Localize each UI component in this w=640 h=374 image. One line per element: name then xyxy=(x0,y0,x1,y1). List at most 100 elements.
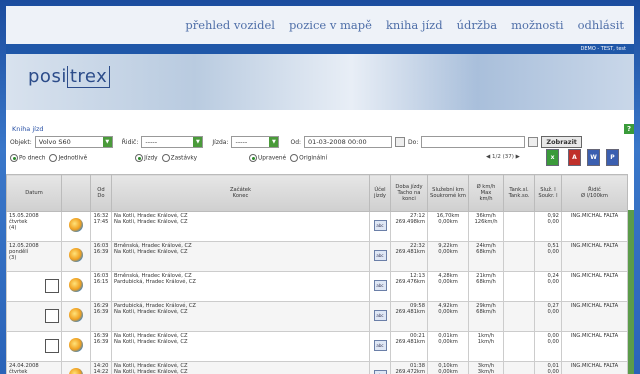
cell-tank xyxy=(503,241,535,272)
nav-pozice-v-mape[interactable]: pozice v mapě xyxy=(289,18,372,32)
edit-purpose-icon[interactable]: abc xyxy=(373,280,387,291)
cell-icons xyxy=(61,211,91,242)
cell-km: 16,70km 0,00km xyxy=(427,211,469,242)
cell-zacatek-konec: Pardubická, Hradec Králové, CZ Na Kotli, … xyxy=(111,301,370,332)
globe-map-icon[interactable] xyxy=(69,338,83,352)
edit-purpose-icon[interactable]: abc xyxy=(373,310,387,321)
cell-ucel: abc xyxy=(369,331,391,362)
download-icon[interactable] xyxy=(45,309,59,323)
cell-ucel: abc xyxy=(369,361,391,374)
nav-moznosti[interactable]: možnosti xyxy=(511,18,563,32)
col-doba: Doba jízdy Tacho na konci xyxy=(390,174,428,212)
cell-datum xyxy=(6,301,62,332)
table-row[interactable]: 12.05.2008 pondělí (3) 16:03 16:39 Brněnská… xyxy=(6,241,628,272)
cell-doba: 27:12 269.498km xyxy=(390,211,428,242)
cell-km: 9,22km 0,00km xyxy=(427,241,469,272)
cell-ridic: ING.MICHAL FALTA xyxy=(561,271,628,302)
table-row[interactable]: 16:29 16:39 Pardubická, Hradec Králové, C… xyxy=(6,301,628,332)
do-input[interactable] xyxy=(421,136,526,148)
globe-map-icon[interactable] xyxy=(69,308,83,322)
col-km: Služební km Soukromé km xyxy=(427,174,469,212)
export-pdf-icon[interactable]: A xyxy=(568,149,581,166)
globe-map-icon[interactable] xyxy=(69,278,83,292)
cell-od-do: 16:03 16:15 xyxy=(90,271,112,302)
table-row[interactable]: 16:39 16:39 Na Kotli, Hradec Králové, CZ N… xyxy=(6,331,628,362)
export-word-icon[interactable]: W xyxy=(587,149,600,166)
cell-od-do: 16:29 16:39 xyxy=(90,301,112,332)
upravene-radio[interactable]: Upravené xyxy=(249,154,286,162)
table-row[interactable]: 24.04.2008 čtvrtek 14:20 14:22 Na Kotli, H… xyxy=(6,361,628,374)
jizdy-radio[interactable]: Jízdy xyxy=(135,154,158,162)
cell-zacatek-konec: Na Kotli, Hradec Králové, CZ Na Kotli, Hr… xyxy=(111,331,370,362)
objekt-select[interactable]: Volvo S60 ▼ xyxy=(34,136,113,148)
banner: posi trex xyxy=(6,54,634,110)
page: přehled vozidel pozice v mapě kniha jízd… xyxy=(6,6,634,374)
jizda-select[interactable]: ----- ▼ xyxy=(231,136,280,148)
download-icon[interactable] xyxy=(45,339,59,353)
zobrazit-button[interactable]: Zobrazit xyxy=(541,136,582,148)
originalni-radio[interactable]: Originální xyxy=(290,154,327,162)
nav-kniha-jizd[interactable]: kniha jízd xyxy=(386,18,443,32)
cell-tank xyxy=(503,301,535,332)
edit-purpose-icon[interactable]: abc xyxy=(373,220,387,231)
cell-km: 0,01km 0,00km xyxy=(427,331,469,362)
table-row[interactable]: 15.05.2008 čtvrtek (4) 16:32 17:45 Na Kotli… xyxy=(6,211,628,242)
globe-map-icon[interactable] xyxy=(69,368,83,374)
cell-ridic: ING.MICHAL FALTA xyxy=(561,361,628,374)
cell-km: 4,92km 0,00km xyxy=(427,301,469,332)
edit-purpose-icon[interactable]: abc xyxy=(373,340,387,351)
cell-zacatek-konec: Na Kotli, Hradec Králové, CZ Na Kotli, Hr… xyxy=(111,361,370,374)
edit-purpose-icon[interactable]: abc xyxy=(373,250,387,261)
cell-od-do: 16:39 16:39 xyxy=(90,331,112,362)
cell-icons xyxy=(61,331,91,362)
ridic-select[interactable]: ----- ▼ xyxy=(141,136,204,148)
col-datum: Datum xyxy=(6,174,62,212)
cell-litry: 0,27 0,00 xyxy=(534,301,562,332)
nav-udrzba[interactable]: údržba xyxy=(457,18,498,32)
globe-map-icon[interactable] xyxy=(69,248,83,262)
col-tank: Tank.sl. Tank.so. xyxy=(503,174,535,212)
help-icon[interactable]: ? xyxy=(624,124,634,134)
jednotlive-radio[interactable]: Jednotlivě xyxy=(49,154,87,162)
cell-ucel: abc xyxy=(369,241,391,272)
print-icon[interactable]: P xyxy=(606,149,619,166)
jizda-label: Jízda: xyxy=(212,138,229,146)
po-dnech-radio[interactable]: Po dnech xyxy=(10,154,45,162)
od-input[interactable]: 01-03-2008 00:00 xyxy=(304,136,393,148)
cell-zacatek-konec: Na Kotli, Hradec Králové, CZ Na Kotli, Hr… xyxy=(111,211,370,242)
calendar-icon[interactable] xyxy=(395,137,406,147)
globe-map-icon[interactable] xyxy=(69,218,83,232)
cell-litry: 0,00 0,00 xyxy=(534,331,562,362)
cell-tank xyxy=(503,211,535,242)
pager[interactable]: ◀ 1/2 (37) ▶ xyxy=(486,154,520,160)
cell-datum: 24.04.2008 čtvrtek xyxy=(6,361,62,374)
cell-ucel: abc xyxy=(369,301,391,332)
chevron-down-icon: ▼ xyxy=(102,137,112,147)
col-od-do: Od Do xyxy=(90,174,112,212)
download-icon[interactable] xyxy=(45,279,59,293)
scrollbar[interactable] xyxy=(628,210,634,374)
calendar-icon[interactable] xyxy=(528,137,539,147)
cell-rychlost: 29km/h 68km/h xyxy=(468,301,504,332)
cell-km: 4,28km 0,00km xyxy=(427,271,469,302)
trips-table: Datum Od Do Začátek Konec Účel jízdy Dob… xyxy=(6,174,628,374)
col-ridic: Řidič Ø l/100km xyxy=(561,174,628,212)
table-row[interactable]: 16:03 16:15 Brněnská, Hradec Králové, CZ P… xyxy=(6,271,628,302)
cell-litry: 0,92 0,00 xyxy=(534,211,562,242)
cell-datum: 15.05.2008 čtvrtek (4) xyxy=(6,211,62,242)
zastavky-radio[interactable]: Zastávky xyxy=(161,154,197,162)
col-ucel: Účel jízdy xyxy=(369,174,391,212)
nav-prehled-vozidel[interactable]: přehled vozidel xyxy=(185,18,275,32)
cell-litry: 0,01 0,00 xyxy=(534,361,562,374)
options-bar: Po dnech Jednotlivě Jízdy Zastávky Uprav… xyxy=(6,149,634,166)
cell-litry: 0,24 0,00 xyxy=(534,271,562,302)
objekt-label: Objekt: xyxy=(10,138,32,146)
chevron-down-icon: ▼ xyxy=(193,137,203,147)
cell-ridic: ING.MICHAL FALTA xyxy=(561,241,628,272)
filter-bar: Objekt: Volvo S60 ▼ Řidič: ----- ▼ Jízda: … xyxy=(6,134,634,150)
export-excel-icon[interactable]: x xyxy=(546,149,559,166)
do-label: Do: xyxy=(408,138,419,146)
nav-odhlasit[interactable]: odhlásit xyxy=(578,18,624,32)
edit-purpose-icon[interactable]: abc xyxy=(373,370,387,374)
cell-rychlost: 1km/h 1km/h xyxy=(468,331,504,362)
